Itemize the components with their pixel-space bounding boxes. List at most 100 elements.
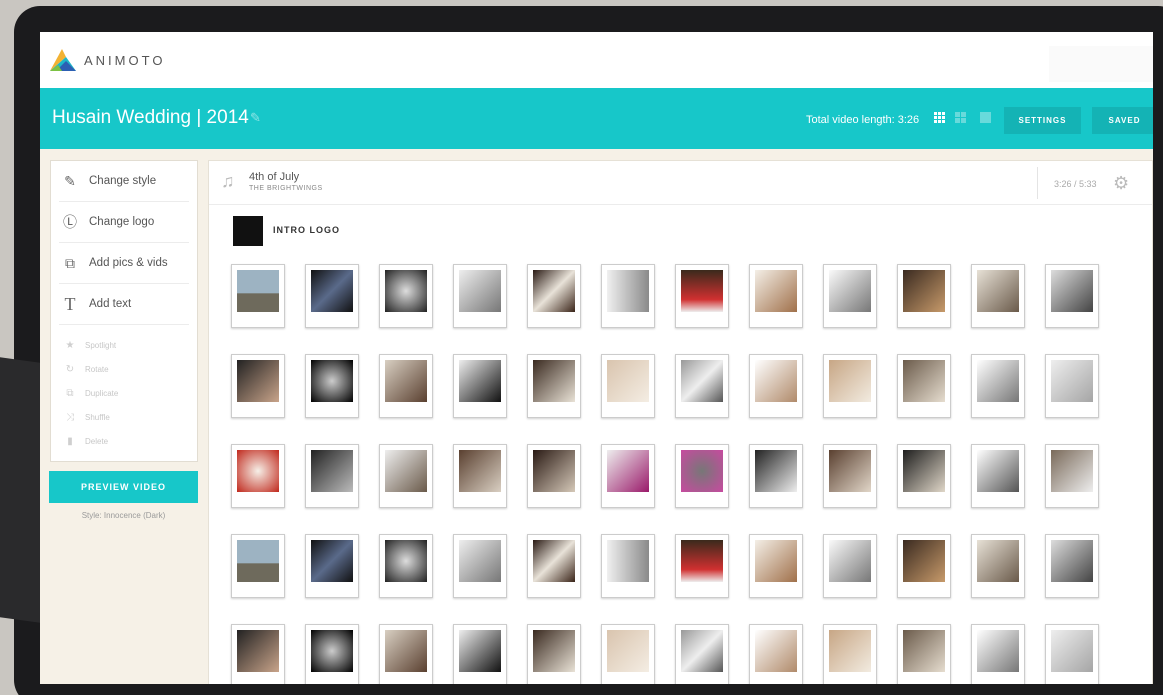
- photo-tile[interactable]: [897, 264, 951, 328]
- photo-tile[interactable]: [231, 354, 285, 418]
- photo-tile[interactable]: [379, 624, 433, 684]
- single-view-icon[interactable]: [980, 112, 991, 123]
- photo-tile[interactable]: [379, 264, 433, 328]
- video-length: Total video length: 3:26: [806, 114, 920, 126]
- sidebar-sub-delete[interactable]: ▮ Delete: [61, 429, 108, 453]
- music-bar[interactable]: ♫ 4th of July THE BRIGHTWINGS 3:26 / 5:3…: [209, 161, 1152, 205]
- photo-tile[interactable]: [305, 624, 359, 684]
- photo-tile[interactable]: [1045, 534, 1099, 598]
- photo-tile[interactable]: [749, 264, 803, 328]
- photo-tile[interactable]: [601, 354, 655, 418]
- photo-thumbnail: [237, 450, 279, 492]
- photo-tile[interactable]: [305, 264, 359, 328]
- photo-thumbnail: [459, 270, 501, 312]
- device-edge: [0, 357, 40, 623]
- sidebar-sub-spotlight[interactable]: ★ Spotlight: [61, 333, 117, 357]
- photo-thumbnail: [459, 540, 501, 582]
- photo-tile[interactable]: [231, 444, 285, 508]
- sidebar-sub-shuffle[interactable]: ⤨ Shuffle: [61, 405, 110, 429]
- photo-tile[interactable]: [675, 444, 729, 508]
- sidebar-sub-label: Spotlight: [85, 340, 117, 350]
- photo-tile[interactable]: [823, 354, 877, 418]
- photo-tile[interactable]: [305, 354, 359, 418]
- photo-tile[interactable]: [601, 534, 655, 598]
- photo-tile[interactable]: [971, 264, 1025, 328]
- settings-button[interactable]: SETTINGS: [1004, 107, 1081, 134]
- photo-tile[interactable]: [675, 354, 729, 418]
- sidebar-item-change-logo[interactable]: Ⓛ Change logo: [59, 202, 189, 243]
- sidebar-sub-label: Rotate: [85, 364, 109, 374]
- sidebar-sub-rotate[interactable]: ↻ Rotate: [61, 357, 109, 381]
- photo-tile[interactable]: [305, 444, 359, 508]
- photo-tile[interactable]: [453, 444, 507, 508]
- photo-thumbnail: [829, 540, 871, 582]
- saved-button[interactable]: SAVED: [1092, 107, 1153, 134]
- photo-thumbnail: [533, 360, 575, 402]
- photo-tile[interactable]: [379, 534, 433, 598]
- photo-tile[interactable]: [749, 534, 803, 598]
- photo-tile[interactable]: [897, 624, 951, 684]
- photo-tile[interactable]: [823, 624, 877, 684]
- photo-tile[interactable]: [527, 624, 581, 684]
- photo-tile[interactable]: [601, 264, 655, 328]
- trash-icon: ▮: [67, 435, 73, 447]
- photo-tile[interactable]: [749, 354, 803, 418]
- photo-tile[interactable]: [1045, 264, 1099, 328]
- photo-tile[interactable]: [379, 444, 433, 508]
- photo-tile[interactable]: [379, 354, 433, 418]
- photo-tile[interactable]: [453, 624, 507, 684]
- photo-tile[interactable]: [231, 624, 285, 684]
- project-header: Husain Wedding | 2014 ✎ Total video leng…: [40, 88, 1153, 149]
- photo-tile[interactable]: [231, 534, 285, 598]
- photo-thumbnail: [681, 630, 723, 672]
- gear-icon[interactable]: ⚙: [1113, 173, 1129, 194]
- sidebar-sub-label: Duplicate: [85, 388, 119, 398]
- sidebar-item-change-style[interactable]: ✎ Change style: [59, 161, 189, 202]
- photo-tile[interactable]: [675, 534, 729, 598]
- photo-thumbnail: [829, 450, 871, 492]
- sidebar-item-add-text[interactable]: T Add text: [59, 284, 189, 325]
- photo-tile[interactable]: [971, 354, 1025, 418]
- photo-tile[interactable]: [675, 264, 729, 328]
- photo-tile[interactable]: [823, 264, 877, 328]
- sidebar-item-add-media[interactable]: ⧉ Add pics & vids: [59, 243, 189, 284]
- photo-thumbnail: [533, 270, 575, 312]
- photo-tile[interactable]: [527, 444, 581, 508]
- add-media-icon: ⧉: [65, 254, 75, 271]
- photo-tile[interactable]: [231, 264, 285, 328]
- photo-tile[interactable]: [601, 624, 655, 684]
- photo-tile[interactable]: [453, 264, 507, 328]
- photo-tile[interactable]: [601, 444, 655, 508]
- photo-thumbnail: [1051, 360, 1093, 402]
- medium-grid-view-icon[interactable]: [955, 112, 966, 123]
- photo-tile[interactable]: [527, 354, 581, 418]
- photo-tile[interactable]: [1045, 624, 1099, 684]
- photo-thumbnail: [829, 360, 871, 402]
- preview-video-button[interactable]: PREVIEW VIDEO: [49, 471, 198, 503]
- photo-tile[interactable]: [971, 444, 1025, 508]
- dense-grid-view-icon[interactable]: [934, 112, 945, 123]
- project-title[interactable]: Husain Wedding | 2014: [52, 107, 249, 129]
- photo-tile[interactable]: [971, 624, 1025, 684]
- photo-tile[interactable]: [1045, 444, 1099, 508]
- photo-tile[interactable]: [527, 534, 581, 598]
- photo-thumbnail: [533, 630, 575, 672]
- photo-tile[interactable]: [749, 444, 803, 508]
- photo-tile[interactable]: [823, 444, 877, 508]
- photo-tile[interactable]: [897, 444, 951, 508]
- photo-tile[interactable]: [823, 534, 877, 598]
- photo-thumbnail: [755, 360, 797, 402]
- photo-tile[interactable]: [453, 534, 507, 598]
- sidebar-sub-duplicate[interactable]: ⧉ Duplicate: [61, 381, 118, 405]
- photo-tile[interactable]: [675, 624, 729, 684]
- photo-tile[interactable]: [971, 534, 1025, 598]
- photo-tile[interactable]: [897, 354, 951, 418]
- photo-tile[interactable]: [749, 624, 803, 684]
- photo-tile[interactable]: [1045, 354, 1099, 418]
- photo-tile[interactable]: [897, 534, 951, 598]
- photo-tile[interactable]: [527, 264, 581, 328]
- photo-tile[interactable]: [453, 354, 507, 418]
- edit-pencil-icon[interactable]: ✎: [250, 110, 261, 126]
- photo-tile[interactable]: [305, 534, 359, 598]
- intro-logo-thumbnail[interactable]: [233, 216, 263, 246]
